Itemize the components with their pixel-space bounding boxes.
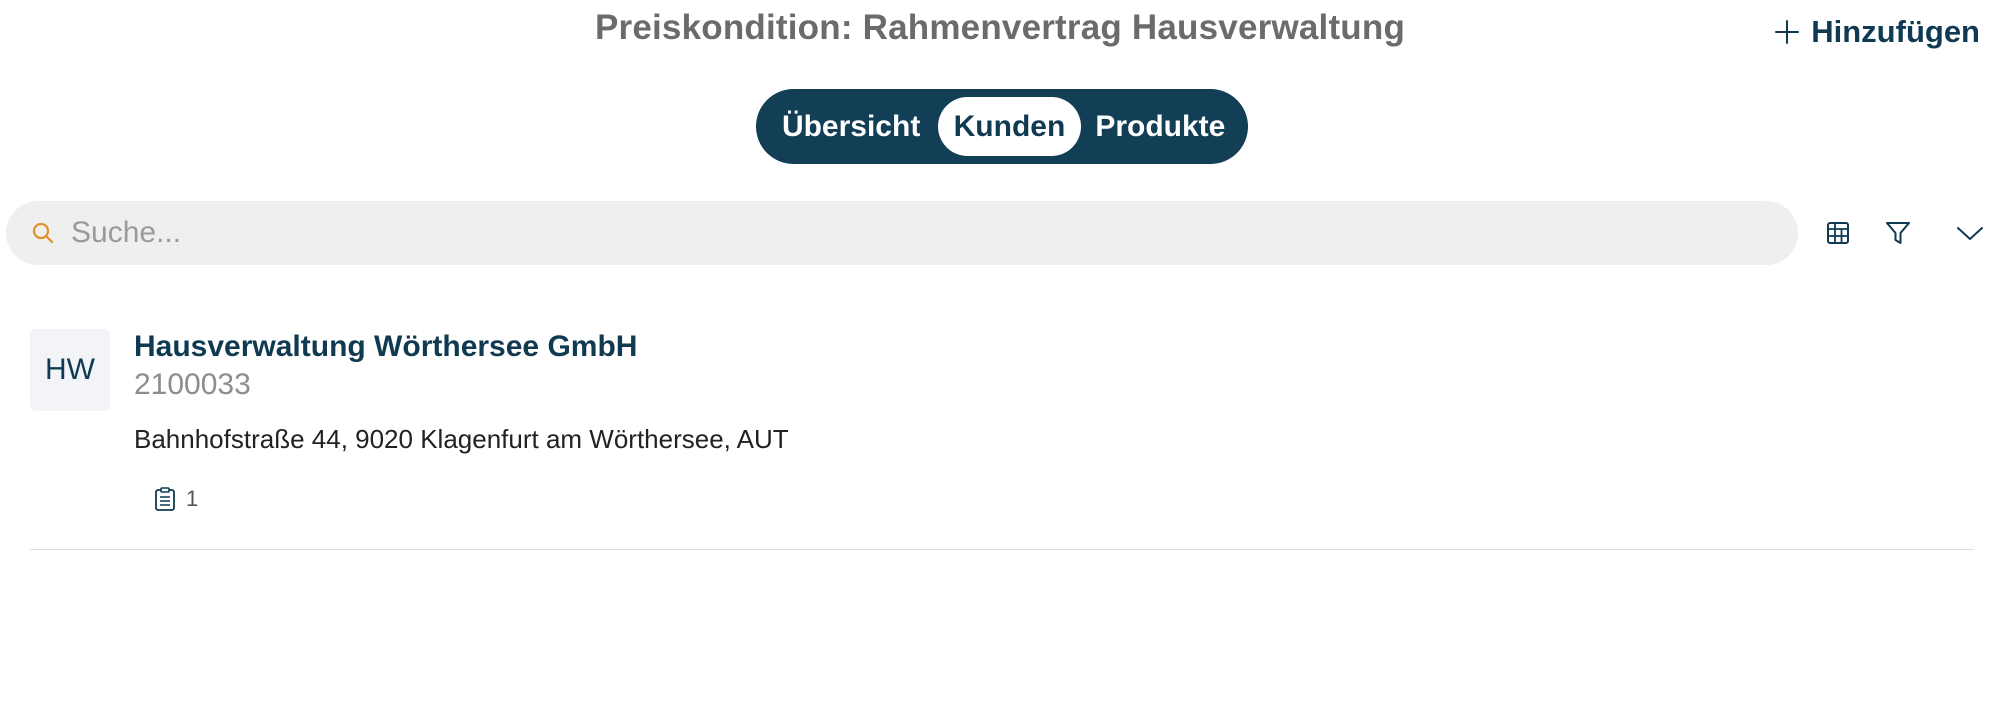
page-title: Preiskondition: Rahmenvertrag Hausverwal… [594,8,1406,47]
add-button[interactable]: Hinzufügen [1773,12,1980,52]
tab-produkte[interactable]: Produkte [1081,97,1240,156]
customer-name: Hausverwaltung Wörthersee GmbH [134,330,638,363]
customer-number: 2100033 [134,368,251,401]
attachment-count-value: 1 [186,486,199,511]
tab-uebersicht[interactable]: Übersicht [764,97,938,156]
filter-icon[interactable] [1879,214,1917,252]
tab-kunden[interactable]: Kunden [938,97,1081,156]
tab-switcher: Übersicht Kunden Produkte [756,89,1248,164]
plus-icon [1773,18,1801,46]
customer-address: Bahnhofstraße 44, 9020 Klagenfurt am Wör… [134,424,789,454]
attachment-count: 1 [154,486,198,512]
avatar: HW [30,329,110,411]
add-button-label: Hinzufügen [1811,14,1980,49]
table-icon[interactable] [1819,214,1857,252]
search-icon [31,221,55,245]
clipboard-icon [154,486,176,512]
chevron-down-icon[interactable] [1951,214,1989,252]
list-item[interactable]: HW Hausverwaltung Wörthersee GmbH 210003… [30,318,1974,550]
search-input[interactable] [71,216,1671,250]
search-bar [6,201,1798,265]
